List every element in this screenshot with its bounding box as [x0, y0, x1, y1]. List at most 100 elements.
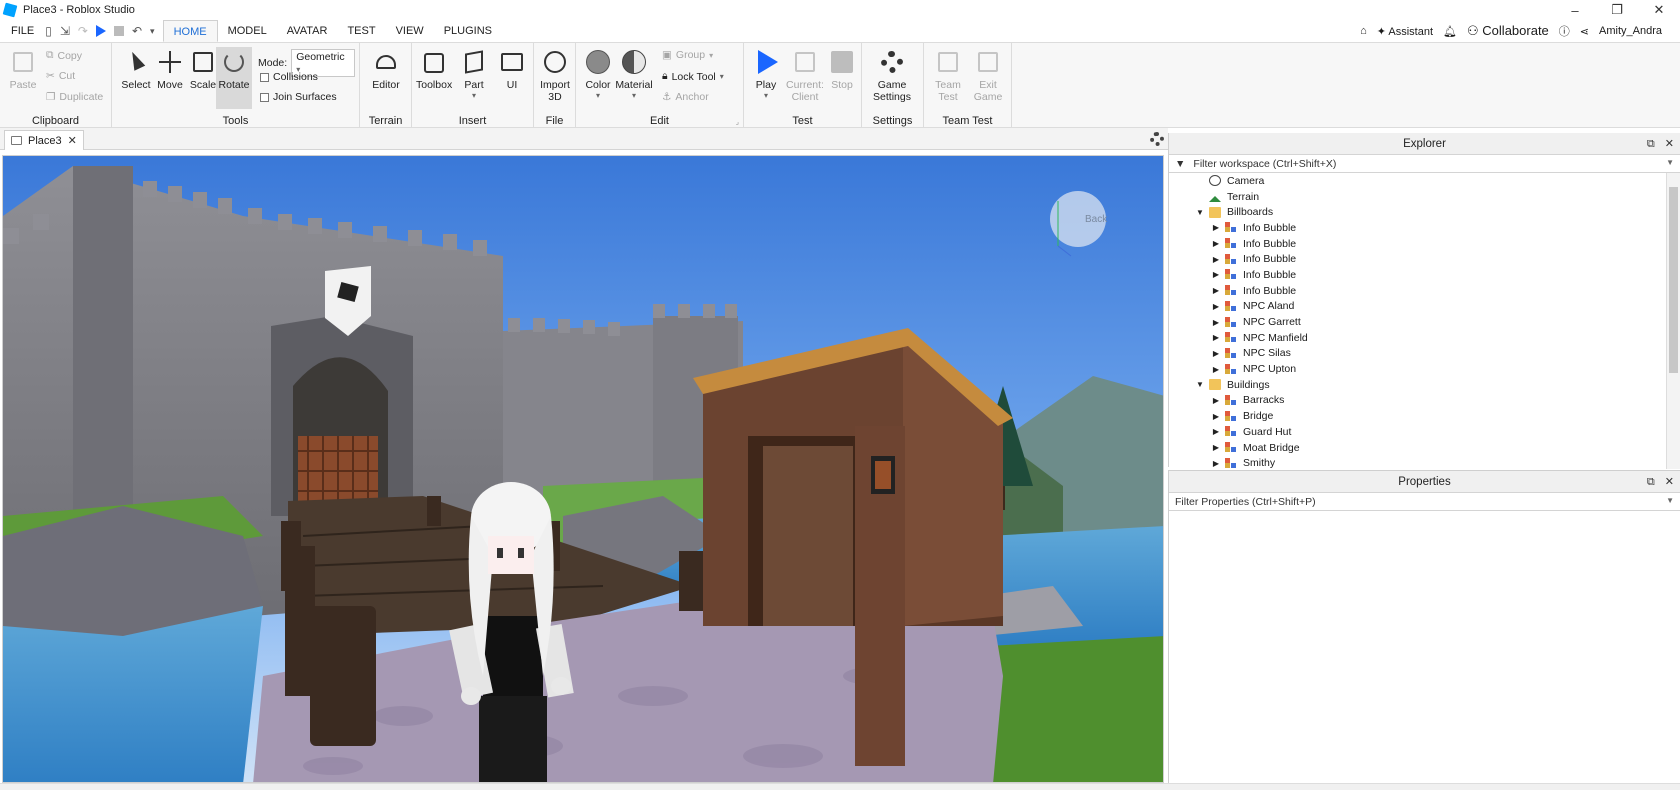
3d-viewport[interactable]: Back: [2, 155, 1164, 783]
expand-right-icon[interactable]: ▶: [1211, 427, 1221, 436]
expand-right-icon[interactable]: ▶: [1211, 286, 1221, 295]
explorer-item[interactable]: ▶ Info Bubble: [1169, 251, 1665, 267]
expand-down-icon[interactable]: ▼: [1195, 208, 1205, 217]
help-icon[interactable]: ⓘ: [1559, 23, 1570, 39]
filter-icon[interactable]: ▼: [1175, 158, 1185, 170]
home-icon[interactable]: ⌂: [1360, 25, 1367, 37]
stop-button[interactable]: Stop: [824, 49, 860, 91]
expand-right-icon[interactable]: ▶: [1211, 239, 1221, 248]
expand-right-icon[interactable]: ▶: [1211, 443, 1221, 452]
explorer-item[interactable]: ▶ Guard Hut: [1169, 424, 1665, 440]
ui-button[interactable]: UI: [494, 49, 530, 91]
viewport-settings-gear-icon[interactable]: [1150, 132, 1164, 146]
part-button[interactable]: Part ▾: [456, 49, 492, 100]
explorer-item[interactable]: ▼ Billboards: [1169, 204, 1665, 220]
user-name[interactable]: Amity_Andra: [1599, 25, 1662, 37]
join-surfaces-checkbox[interactable]: [260, 92, 269, 102]
expand-right-icon[interactable]: ▶: [1211, 412, 1221, 421]
edit-group-expand-icon[interactable]: ⌟: [736, 118, 739, 126]
expand-down-icon[interactable]: ▼: [1195, 380, 1205, 389]
collisions-toggle[interactable]: Collisions: [260, 71, 318, 83]
tab-home[interactable]: HOME: [162, 20, 218, 42]
explorer-item[interactable]: ▶ NPC Manfield: [1169, 330, 1665, 346]
collisions-checkbox[interactable]: [260, 72, 269, 82]
explorer-item[interactable]: ▶ Barracks: [1169, 393, 1665, 409]
expand-right-icon[interactable]: ▶: [1211, 365, 1221, 374]
current-client-button[interactable]: Current: Client: [784, 49, 826, 103]
copy-button[interactable]: ⧉ Copy: [46, 49, 82, 62]
explorer-item[interactable]: ▶ Info Bubble: [1169, 236, 1665, 252]
explorer-item[interactable]: ▶ Info Bubble: [1169, 220, 1665, 236]
anchor-button[interactable]: ⚓︎ Anchor: [662, 91, 709, 103]
game-settings-button[interactable]: Game Settings: [870, 49, 914, 103]
chevron-down-icon[interactable]: ▼: [1666, 158, 1674, 167]
game-scene[interactable]: Back: [3, 156, 1164, 783]
assistant-button[interactable]: ✦ Assistant: [1377, 25, 1433, 38]
undock-icon[interactable]: ⧉: [1647, 133, 1655, 155]
expand-right-icon[interactable]: ▶: [1211, 223, 1221, 232]
explorer-item[interactable]: ▶ Moat Bridge: [1169, 440, 1665, 456]
quick-play-icon[interactable]: [95, 25, 106, 37]
expand-right-icon[interactable]: ▶: [1211, 270, 1221, 279]
expand-right-icon[interactable]: ▶: [1211, 349, 1221, 358]
lock-tool-button[interactable]: 🔒︎ Lock Tool ▾: [662, 70, 724, 83]
tab-plugins[interactable]: PLUGINS: [434, 20, 502, 42]
new-file-icon[interactable]: ▯: [45, 24, 52, 38]
import-3d-button[interactable]: Import 3D: [537, 49, 573, 103]
chevron-down-icon[interactable]: ▼: [1666, 496, 1674, 505]
expand-right-icon[interactable]: ▶: [1211, 333, 1221, 342]
play-button[interactable]: Play ▾: [748, 49, 784, 100]
explorer-item[interactable]: ▶ Info Bubble: [1169, 283, 1665, 299]
exit-game-button[interactable]: Exit Game: [970, 49, 1006, 103]
group-button[interactable]: ▣ Group ▾: [662, 49, 713, 61]
tab-view[interactable]: VIEW: [386, 20, 434, 42]
collaborate-button[interactable]: ⚇ Collaborate: [1467, 23, 1549, 39]
move-tool-button[interactable]: Move: [152, 49, 188, 91]
explorer-item[interactable]: ▶ Info Bubble: [1169, 267, 1665, 283]
explorer-filter-input[interactable]: ▼ Filter workspace (Ctrl+Shift+X) ▼: [1169, 155, 1680, 173]
expand-right-icon[interactable]: ▶: [1211, 459, 1221, 468]
color-button[interactable]: Color ▾: [580, 49, 616, 100]
notifications-icon[interactable]: 🔔︎: [1443, 25, 1457, 38]
tab-avatar[interactable]: AVATAR: [277, 20, 338, 42]
close-window-button[interactable]: ✕: [1638, 0, 1680, 20]
tab-test[interactable]: TEST: [337, 20, 385, 42]
restore-button[interactable]: ❐: [1596, 0, 1638, 20]
close-tab-icon[interactable]: ✕: [68, 134, 77, 147]
rotate-tool-button[interactable]: Rotate: [216, 47, 252, 109]
explorer-item[interactable]: ▶ NPC Garrett: [1169, 314, 1665, 330]
expand-right-icon[interactable]: ▶: [1211, 318, 1221, 327]
material-button[interactable]: Material ▾: [614, 49, 654, 100]
open-file-icon[interactable]: ⇲: [60, 24, 70, 38]
explorer-item[interactable]: ▶ Bridge: [1169, 408, 1665, 424]
explorer-item[interactable]: ▶ NPC Upton: [1169, 361, 1665, 377]
explorer-scrollbar[interactable]: [1666, 173, 1680, 469]
expand-right-icon[interactable]: ▶: [1211, 302, 1221, 311]
quick-stop-icon[interactable]: [113, 26, 124, 36]
expand-right-icon[interactable]: ▶: [1211, 255, 1221, 264]
explorer-item[interactable]: ▶ NPC Aland: [1169, 299, 1665, 315]
explorer-item[interactable]: Terrain: [1169, 189, 1665, 205]
team-test-button[interactable]: Team Test: [930, 49, 966, 103]
tab-model[interactable]: MODEL: [218, 20, 277, 42]
paste-button[interactable]: Paste: [6, 49, 40, 91]
file-menu[interactable]: FILE: [0, 25, 45, 37]
undo-icon[interactable]: ↶: [132, 24, 142, 38]
properties-filter-input[interactable]: Filter Properties (Ctrl+Shift+P) ▼: [1169, 493, 1680, 511]
minimize-button[interactable]: –: [1554, 0, 1596, 20]
close-panel-icon[interactable]: ✕: [1665, 471, 1674, 493]
close-panel-icon[interactable]: ✕: [1665, 133, 1674, 155]
share-icon[interactable]: ⋖: [1580, 25, 1589, 38]
expand-right-icon[interactable]: ▶: [1211, 396, 1221, 405]
redo-icon[interactable]: ↷: [78, 24, 88, 38]
explorer-item[interactable]: ▶ Smithy: [1169, 455, 1665, 469]
terrain-editor-button[interactable]: Editor: [368, 49, 404, 91]
chevron-down-icon[interactable]: ▾: [456, 91, 492, 100]
join-surfaces-toggle[interactable]: Join Surfaces: [260, 91, 337, 103]
toolbox-button[interactable]: Toolbox: [416, 49, 452, 91]
scrollbar-thumb[interactable]: [1669, 187, 1678, 373]
explorer-item[interactable]: Camera: [1169, 173, 1665, 189]
explorer-item[interactable]: ▶ NPC Silas: [1169, 346, 1665, 362]
document-tab-place3[interactable]: Place3 ✕: [4, 130, 84, 150]
explorer-item[interactable]: ▼ Buildings: [1169, 377, 1665, 393]
